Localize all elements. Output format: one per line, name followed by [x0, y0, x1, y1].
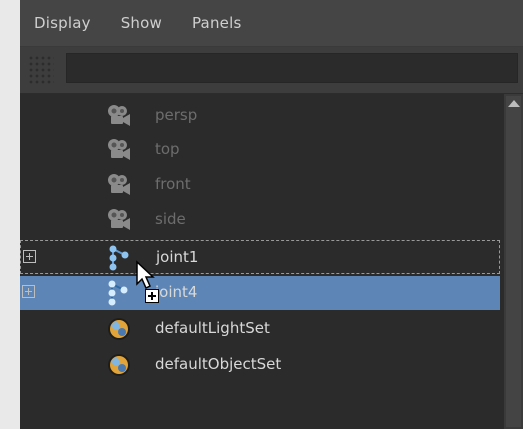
- outliner-item-label: defaultObjectSet: [155, 355, 282, 373]
- outliner-item-label: defaultLightSet: [155, 319, 270, 337]
- menu-bar: Display Show Panels: [20, 0, 523, 47]
- outliner-item-label: joint1: [156, 248, 199, 266]
- expand-icon[interactable]: [23, 250, 36, 263]
- menu-display[interactable]: Display: [20, 14, 105, 32]
- expand-icon[interactable]: [22, 285, 35, 298]
- drag-grip-icon[interactable]: [28, 55, 54, 85]
- mouse-cursor-icon: [136, 260, 155, 290]
- camera-icon: [108, 139, 130, 160]
- outliner-item-defaultlightset[interactable]: defaultLightSet: [20, 312, 500, 346]
- outliner-item-label: joint4: [155, 283, 198, 301]
- camera-icon: [108, 105, 130, 126]
- filter-input[interactable]: [66, 53, 518, 83]
- camera-icon: [108, 209, 130, 230]
- scroll-thumb[interactable]: [506, 96, 521, 427]
- set-icon: [108, 318, 130, 340]
- outliner-item-side[interactable]: side: [20, 203, 500, 237]
- outliner-window: Display Show Panels persp top front side…: [20, 0, 523, 429]
- outliner-item-persp[interactable]: persp: [20, 99, 500, 133]
- vertical-scrollbar[interactable]: [504, 94, 523, 429]
- set-icon: [108, 354, 130, 376]
- outliner-item-label: side: [155, 210, 186, 228]
- joint-icon: [109, 245, 129, 271]
- outliner-list: persp top front side joint1 joint4 defau…: [20, 94, 504, 429]
- drag-add-badge-icon: [145, 289, 159, 303]
- menu-panels[interactable]: Panels: [176, 14, 255, 32]
- outliner-item-joint1[interactable]: joint1: [20, 240, 500, 274]
- outliner-item-label: top: [155, 140, 180, 158]
- outliner-item-joint4[interactable]: joint4: [20, 276, 500, 310]
- menu-show[interactable]: Show: [105, 14, 176, 32]
- camera-icon: [108, 174, 130, 195]
- joint-icon: [108, 280, 128, 306]
- scroll-up-arrow-icon[interactable]: [508, 100, 520, 107]
- filter-bar: [20, 47, 523, 93]
- outliner-item-label: front: [155, 175, 191, 193]
- outliner-item-top[interactable]: top: [20, 133, 500, 167]
- outliner-item-defaultobjectset[interactable]: defaultObjectSet: [20, 348, 500, 382]
- outliner-item-front[interactable]: front: [20, 168, 500, 202]
- outliner-item-label: persp: [155, 106, 198, 124]
